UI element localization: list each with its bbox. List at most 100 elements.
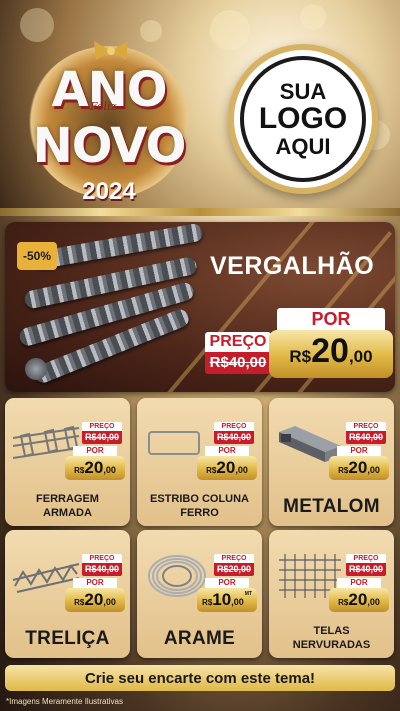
- product-name: TELAS NERVURADAS: [269, 624, 394, 652]
- new-price-label: POR: [205, 578, 249, 588]
- old-price-value: R$40,00: [82, 563, 122, 576]
- old-price-value: R$40,00: [82, 431, 122, 444]
- create-flyer-button[interactable]: Crie seu encarte com este tema!: [5, 665, 395, 691]
- product-card[interactable]: PREÇO R$40,00 POR R$ 20,00 ESTRIBO COLUNA FERR…: [137, 398, 262, 526]
- old-price-label: PREÇO: [346, 554, 386, 563]
- old-price-label: PREÇO: [205, 332, 271, 352]
- price-cents: ,00: [103, 465, 116, 475]
- price-cents: ,00: [367, 465, 380, 475]
- bokeh-light: [20, 8, 54, 42]
- new-year-badge: ANO Feliz NOVO 2024: [20, 40, 198, 205]
- product-name-line: NERVURADAS: [292, 639, 371, 651]
- product-name-line: FERRAGEM: [36, 493, 99, 505]
- new-price-tag: POR R$ 20,00: [65, 578, 125, 612]
- new-price-label: POR: [205, 446, 249, 456]
- bokeh-light: [140, 20, 162, 42]
- product-name-line: ARAME: [163, 628, 236, 649]
- badge-year: 2024: [82, 178, 136, 205]
- discount-badge: -50%: [17, 242, 57, 270]
- old-price-value: R$40,00: [346, 431, 386, 444]
- old-price-value: R$20,00: [214, 563, 254, 576]
- hero-product-card[interactable]: -50% VERGALHÃO PREÇO R$40,00 POR R$ 20 ,…: [5, 222, 395, 392]
- new-price-label: POR: [337, 446, 381, 456]
- hero-old-price-tag: PREÇO R$40,00: [205, 332, 271, 374]
- price-integer: 20: [216, 458, 236, 477]
- new-price-label: POR: [73, 446, 117, 456]
- product-name: ESTRIBO COLUNA FERRO: [137, 492, 262, 520]
- product-card[interactable]: PREÇO R$40,00 POR R$ 20,00 METALOM: [269, 398, 394, 526]
- price-integer: 10: [212, 590, 232, 609]
- old-price-label: PREÇO: [214, 554, 254, 563]
- logo-line2: LOGO: [258, 102, 348, 136]
- logo-line3: AQUI: [275, 133, 331, 159]
- logo-ring: SUA LOGO AQUI: [240, 56, 366, 182]
- price-integer: 20: [311, 332, 349, 370]
- product-card[interactable]: PREÇO R$40,00 POR R$ 20,00 TELAS NERVURADAS: [269, 530, 394, 658]
- price-currency: R$: [206, 466, 217, 475]
- product-name-line: TELAS: [313, 625, 350, 637]
- old-price-label: PREÇO: [82, 554, 122, 563]
- price-integer: 20: [348, 458, 368, 477]
- bow-icon: [94, 41, 128, 60]
- bokeh-light: [300, 4, 326, 30]
- old-price-tag: PREÇO R$40,00: [214, 422, 254, 444]
- product-name: TRELIÇA: [5, 628, 130, 650]
- old-price-tag: PREÇO R$40,00: [346, 422, 386, 444]
- price-unit: MT: [244, 591, 252, 597]
- old-price-label: PREÇO: [82, 422, 122, 431]
- price-cents: ,00: [103, 597, 116, 607]
- price-integer: 20: [84, 590, 104, 609]
- header: ANO Feliz NOVO 2024 SUA LOGO AQUI: [0, 0, 400, 210]
- new-price-tag: POR R$ 10,00 MT: [197, 578, 257, 612]
- logo-line1: SUA: [279, 79, 327, 105]
- product-card[interactable]: PREÇO R$40,00 POR R$ 20,00 FERRAGEM ARMADA: [5, 398, 130, 526]
- new-price-value: R$ 20 ,00: [269, 330, 393, 378]
- product-card[interactable]: PREÇO R$20,00 POR R$ 10,00 MT ARAME: [137, 530, 262, 658]
- old-price-tag: PREÇO R$40,00: [346, 554, 386, 576]
- old-price-tag: PREÇO R$20,00: [214, 554, 254, 576]
- new-price-label: POR: [277, 308, 385, 330]
- new-price-value: R$ 20,00: [197, 456, 257, 480]
- new-price-label: POR: [337, 578, 381, 588]
- price-currency: R$: [74, 598, 85, 607]
- price-cents: ,00: [367, 597, 380, 607]
- product-name-line: ARMADA: [43, 507, 92, 519]
- old-price-value: R$40,00: [346, 563, 386, 576]
- new-price-label: POR: [73, 578, 117, 588]
- new-price-tag: POR R$ 20,00: [329, 446, 389, 480]
- price-currency: R$: [74, 466, 85, 475]
- price-cents: ,00: [348, 347, 373, 366]
- product-name-line: METALOM: [283, 496, 380, 517]
- price-currency: R$: [202, 598, 213, 607]
- price-currency: R$: [338, 598, 349, 607]
- new-price-value: R$ 20,00: [65, 456, 125, 480]
- price-cents: ,00: [235, 465, 248, 475]
- price-currency: R$: [289, 347, 312, 366]
- product-name: METALOM: [269, 496, 394, 518]
- badge-line2: NOVO: [32, 118, 187, 174]
- new-price-tag: POR R$ 20,00: [329, 578, 389, 612]
- hero-product-title: VERGALHÃO: [210, 252, 375, 280]
- new-price-value: R$ 20,00: [329, 588, 389, 612]
- old-price-tag: PREÇO R$40,00: [82, 422, 122, 444]
- old-price-tag: PREÇO R$40,00: [82, 554, 122, 576]
- product-card[interactable]: PREÇO R$40,00 POR R$ 20,00 TRELIÇA: [5, 530, 130, 658]
- product-name-line: ESTRIBO COLUNA: [150, 493, 249, 505]
- new-price-tag: POR R$ 20,00: [197, 446, 257, 480]
- new-price-tag: POR R$ 20,00: [65, 446, 125, 480]
- product-name: ARAME: [137, 628, 262, 650]
- old-price-label: PREÇO: [346, 422, 386, 431]
- product-name-line: FERRO: [180, 507, 219, 519]
- old-price-value: R$40,00: [214, 431, 254, 444]
- new-price-value: R$ 20,00: [329, 456, 389, 480]
- price-cents: ,00: [231, 597, 244, 607]
- price-integer: 20: [84, 458, 104, 477]
- gold-divider: [0, 208, 400, 216]
- product-name-line: TRELIÇA: [25, 628, 110, 649]
- price-currency: R$: [338, 466, 349, 475]
- new-price-value: R$ 10,00 MT: [197, 588, 257, 612]
- disclaimer-text: *Imagens Meramente Ilustrativas: [6, 697, 123, 706]
- logo-placeholder[interactable]: SUA LOGO AQUI: [228, 44, 378, 194]
- rebar-end: [25, 358, 47, 380]
- old-price-label: PREÇO: [214, 422, 254, 431]
